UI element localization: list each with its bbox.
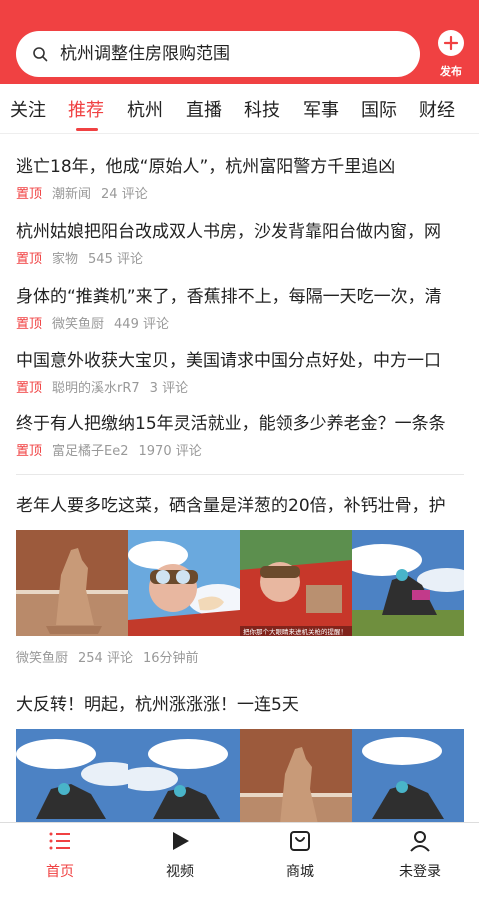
pinned-badge: 置顶 — [16, 444, 43, 459]
news-title: 终于有人把缴纳15年灵活就业，能领多少养老金？一条条 — [16, 414, 446, 434]
nav-login[interactable]: 未登录 — [360, 823, 479, 903]
video-caption: 把你那个大眼睛来进机关枪的提醒！ — [243, 627, 347, 636]
publish-time: 16分钟前 — [142, 651, 199, 666]
news-title: 老年人要多吃这菜，硒含量是洋葱的20倍，补钙壮骨，护 — [16, 496, 446, 516]
nav-label: 商城 — [286, 864, 314, 880]
tab-international[interactable]: 国际 — [361, 100, 397, 122]
news-source: 潮新闻 — [52, 187, 92, 202]
news-source: 家物 — [52, 252, 79, 267]
bottom-navigation: 首页 视频 商城 未登录 — [0, 822, 479, 903]
news-source: 聪明的溪水rR7 — [52, 381, 140, 396]
publish-label: 发布 — [440, 65, 462, 78]
news-item[interactable]: 中国意外收获大宝贝，美国请求中国分点好处，中方一口 置顶 聪明的溪水rR7 3 评论 — [16, 350, 464, 402]
tab-recommend[interactable]: 推荐 — [68, 100, 104, 122]
nav-label: 首页 — [46, 864, 74, 880]
statue-image — [16, 530, 128, 636]
nav-video[interactable]: 视频 — [120, 823, 240, 903]
section-divider — [16, 474, 464, 475]
channel-tabs: 关注 推荐 杭州 直播 科技 军事 国际 财经 — [0, 84, 479, 134]
news-title: 杭州姑娘把阳台改成双人书房，沙发背靠阳台做内窗，网 — [16, 222, 441, 242]
tab-finance[interactable]: 财经 — [419, 100, 455, 122]
comment-count: 449 评论 — [114, 317, 169, 332]
image-news-title[interactable]: 老年人要多吃这菜，硒含量是洋葱的20倍，补钙壮骨，护 — [16, 495, 464, 519]
news-item[interactable]: 逃亡18年，他成“原始人”，杭州富阳警方千里追凶 置顶 潮新闻 24 评论 — [16, 156, 464, 208]
pinned-badge: 置顶 — [16, 187, 43, 202]
news-source: 微笑鱼厨 — [16, 651, 69, 666]
comment-count: 1970 评论 — [138, 444, 202, 459]
yoga-image — [352, 530, 464, 636]
comment-count: 24 评论 — [101, 187, 148, 202]
image-news-title[interactable]: 大反转！明起，杭州涨涨涨！一连5天 — [16, 694, 464, 718]
pinned-badge: 置顶 — [16, 252, 43, 267]
thumbnail-row[interactable]: 把你那个大眼睛来进机关枪的提醒！ — [16, 530, 464, 636]
tab-live[interactable]: 直播 — [186, 100, 222, 122]
yoga-image — [16, 729, 128, 822]
search-icon — [33, 47, 48, 62]
top-header: 杭州调整住房限购范围 发布 — [0, 0, 479, 84]
comment-count: 3 评论 — [149, 381, 189, 396]
nav-label: 未登录 — [399, 864, 441, 880]
statue-image — [240, 729, 352, 822]
search-query: 杭州调整住房限购范围 — [60, 44, 230, 64]
news-meta: 置顶 聪明的溪水rR7 3 评论 — [16, 381, 198, 397]
news-title: 身体的“推粪机”来了，香蕉排不上，每隔一天吃一次，清 — [16, 287, 442, 307]
tab-military[interactable]: 军事 — [303, 100, 339, 122]
news-title: 逃亡18年，他成“原始人”，杭州富阳警方千里追凶 — [16, 157, 396, 177]
news-meta: 微笑鱼厨 254 评论 16分钟前 — [16, 651, 209, 667]
pinned-badge: 置顶 — [16, 317, 43, 332]
news-meta: 置顶 微笑鱼厨 449 评论 — [16, 317, 179, 333]
yoga-image — [128, 729, 240, 822]
news-meta: 置顶 富足橘子Ee2 1970 评论 — [16, 444, 212, 460]
user-icon — [410, 831, 430, 852]
play-icon — [173, 832, 189, 850]
pinned-badge: 置顶 — [16, 381, 43, 396]
cartoon-pilot-image — [128, 530, 240, 636]
nav-label: 视频 — [166, 864, 194, 880]
cartoon-plane-image: 把你那个大眼睛来进机关枪的提醒！ — [240, 530, 352, 636]
shop-icon — [290, 831, 310, 851]
tab-follow[interactable]: 关注 — [10, 100, 46, 122]
news-item[interactable]: 终于有人把缴纳15年灵活就业，能领多少养老金？一条条 置顶 富足橘子Ee2 1970… — [16, 413, 464, 465]
news-meta: 置顶 潮新闻 24 评论 — [16, 187, 158, 203]
active-tab-indicator — [76, 128, 98, 131]
news-item[interactable]: 杭州姑娘把阳台改成双人书房，沙发背靠阳台做内窗，网 置顶 家物 545 评论 — [16, 221, 464, 273]
yoga-image — [352, 729, 464, 822]
news-meta: 置顶 家物 545 评论 — [16, 252, 153, 268]
news-item[interactable]: 身体的“推粪机”来了，香蕉排不上，每隔一天吃一次，清 置顶 微笑鱼厨 449 评论 — [16, 286, 464, 338]
nav-mall[interactable]: 商城 — [240, 823, 360, 903]
nav-home[interactable]: 首页 — [0, 823, 120, 903]
tab-tech[interactable]: 科技 — [244, 100, 280, 122]
thumbnail-row[interactable] — [16, 729, 464, 822]
tab-hangzhou[interactable]: 杭州 — [127, 100, 163, 122]
news-title: 大反转！明起，杭州涨涨涨！一连5天 — [16, 695, 299, 715]
comment-count: 545 评论 — [88, 252, 143, 267]
comment-count: 254 评论 — [78, 651, 133, 666]
plus-icon — [438, 30, 464, 56]
search-bar[interactable]: 杭州调整住房限购范围 — [16, 31, 420, 77]
publish-button[interactable]: 发布 — [432, 30, 468, 80]
news-source: 微笑鱼厨 — [52, 317, 105, 332]
news-source: 富足橘子Ee2 — [52, 444, 129, 459]
news-title: 中国意外收获大宝贝，美国请求中国分点好处，中方一口 — [16, 351, 441, 371]
list-icon — [49, 832, 70, 850]
